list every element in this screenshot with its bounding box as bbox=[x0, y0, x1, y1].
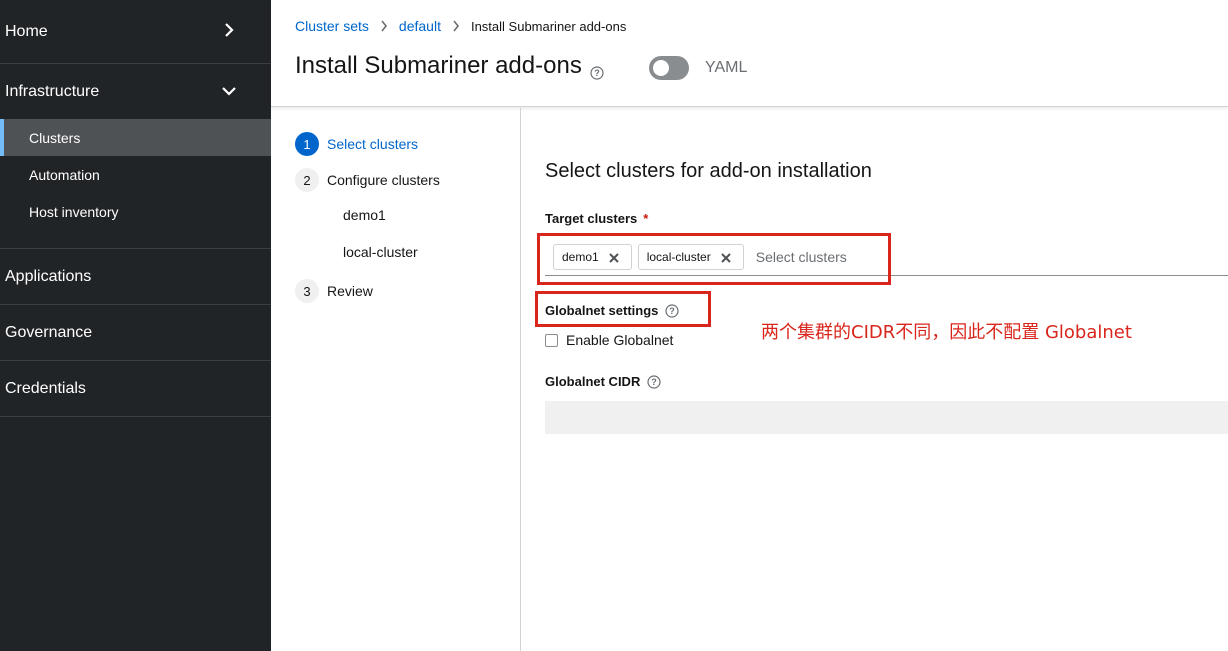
chevron-down-icon bbox=[221, 83, 237, 99]
breadcrumb-link-default[interactable]: default bbox=[399, 18, 441, 34]
wizard-substep-local-cluster[interactable]: local-cluster bbox=[343, 244, 418, 260]
wizard-step-configure-clusters[interactable]: 2 Configure clusters bbox=[295, 168, 440, 192]
wizard-nav: 1 Select clusters 2 Configure clusters d… bbox=[271, 108, 521, 651]
enable-globalnet-checkbox[interactable] bbox=[545, 333, 558, 347]
nav-credentials-label: Credentials bbox=[5, 379, 86, 397]
nav-group-home: Home bbox=[0, 0, 271, 64]
sidebar: Home Infrastructure Clusters Automation … bbox=[0, 0, 271, 651]
wizard-step-label: Configure clusters bbox=[327, 172, 440, 188]
annotation-box-target-clusters bbox=[537, 233, 891, 285]
nav-infrastructure-label: Infrastructure bbox=[5, 82, 100, 100]
sidebar-item-host-inventory[interactable]: Host inventory bbox=[0, 193, 271, 230]
breadcrumb-current: Install Submariner add-ons bbox=[470, 18, 627, 34]
nav-group-infrastructure: Infrastructure Clusters Automation Host … bbox=[0, 64, 271, 249]
nav-applications[interactable]: Applications bbox=[0, 249, 271, 304]
required-asterisk: * bbox=[643, 211, 649, 226]
breadcrumb: Cluster sets default Install Submariner … bbox=[295, 18, 626, 34]
enable-globalnet-row: Enable Globalnet bbox=[545, 332, 673, 348]
help-icon[interactable]: ? bbox=[647, 374, 661, 389]
wizard-step-label: Review bbox=[327, 283, 373, 299]
target-clusters-label: Target clusters * bbox=[545, 211, 648, 226]
target-clusters-label-text: Target clusters bbox=[545, 211, 638, 226]
wizard-step-select-clusters[interactable]: 1 Select clusters bbox=[295, 132, 418, 156]
nav-home-label: Home bbox=[5, 22, 48, 40]
wizard-step-review[interactable]: 3 Review bbox=[295, 279, 373, 303]
nav-applications-label: Applications bbox=[5, 267, 92, 285]
wizard-step-number: 1 bbox=[295, 132, 319, 156]
nav-governance[interactable]: Governance bbox=[0, 305, 271, 360]
breadcrumb-link-cluster-sets[interactable]: Cluster sets bbox=[295, 18, 369, 34]
breadcrumb-separator-icon bbox=[452, 20, 460, 32]
page-title-text: Install Submariner add-ons bbox=[295, 52, 582, 79]
nav-infrastructure-submenu: Clusters Automation Host inventory bbox=[0, 119, 271, 248]
yaml-toggle-label: YAML bbox=[705, 59, 748, 76]
globalnet-cidr-input bbox=[545, 401, 1228, 434]
nav-group-credentials: Credentials bbox=[0, 361, 271, 417]
wizard-step-number: 2 bbox=[295, 168, 319, 192]
wizard-substep-demo1[interactable]: demo1 bbox=[343, 207, 386, 223]
svg-text:?: ? bbox=[594, 68, 600, 78]
wizard-body: Select clusters for add-on installation … bbox=[521, 108, 1228, 651]
form-title: Select clusters for add-on installation bbox=[545, 160, 872, 182]
nav-group-governance: Governance bbox=[0, 305, 271, 361]
help-icon[interactable]: ? bbox=[590, 59, 604, 80]
chevron-right-icon bbox=[221, 22, 237, 38]
nav-infrastructure[interactable]: Infrastructure bbox=[0, 64, 271, 119]
wizard-step-label: Select clusters bbox=[327, 136, 419, 152]
globalnet-cidr-label-text: Globalnet CIDR bbox=[545, 374, 641, 389]
nav-group-applications: Applications bbox=[0, 249, 271, 305]
nav-home[interactable]: Home bbox=[0, 0, 271, 63]
sidebar-item-clusters[interactable]: Clusters bbox=[0, 119, 271, 156]
wizard-step-number: 3 bbox=[295, 279, 319, 303]
enable-globalnet-label: Enable Globalnet bbox=[566, 332, 674, 348]
breadcrumb-separator-icon bbox=[380, 20, 388, 32]
page-title: Install Submariner add-ons ? bbox=[295, 52, 604, 80]
globalnet-cidr-label: Globalnet CIDR ? bbox=[545, 374, 661, 389]
annotation-box-globalnet-settings bbox=[535, 291, 711, 327]
yaml-toggle[interactable] bbox=[649, 56, 689, 80]
sidebar-item-automation[interactable]: Automation bbox=[0, 156, 271, 193]
nav-credentials[interactable]: Credentials bbox=[0, 361, 271, 416]
svg-text:?: ? bbox=[652, 377, 658, 387]
page-header: Cluster sets default Install Submariner … bbox=[271, 0, 1228, 107]
nav-governance-label: Governance bbox=[5, 323, 93, 341]
annotation-note: 两个集群的CIDR不同，因此不配置 Globalnet bbox=[761, 322, 1132, 343]
